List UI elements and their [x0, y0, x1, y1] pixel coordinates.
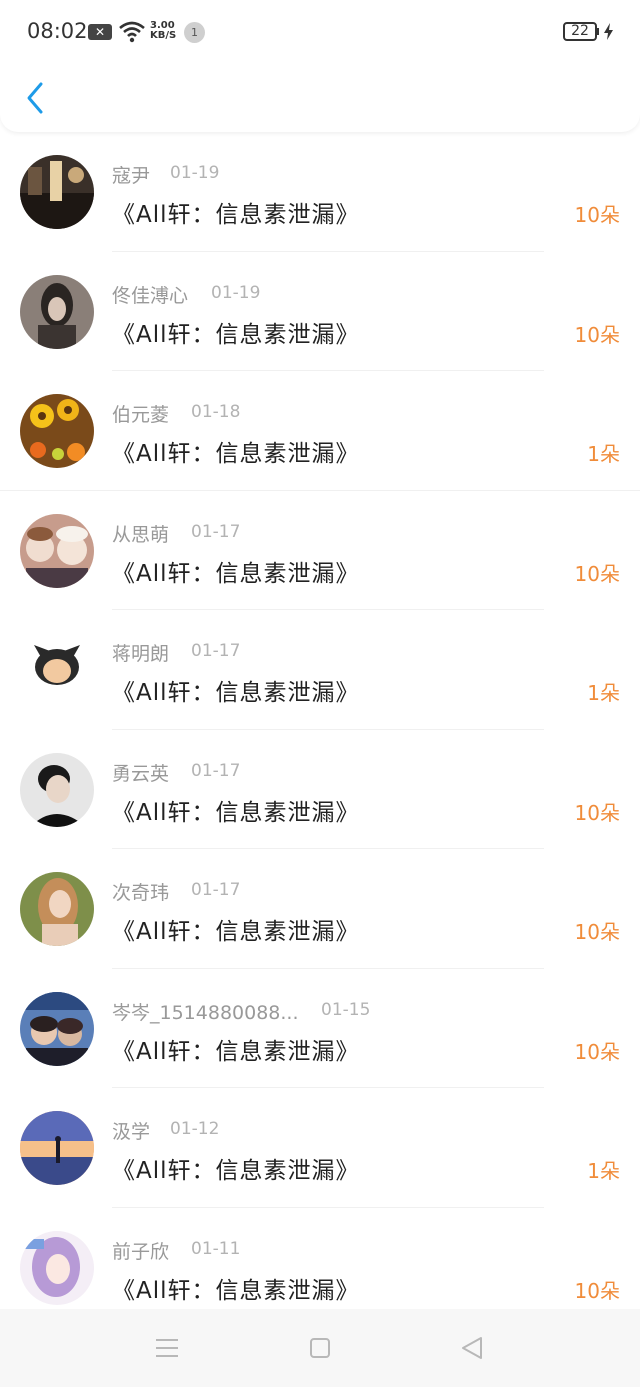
notification-count-badge: 1	[184, 22, 205, 43]
gift-amount: 10朵	[574, 203, 620, 227]
user-avatar[interactable]	[20, 513, 94, 588]
network-speed: 3.00 KB/S	[150, 21, 176, 41]
system-nav-bar	[0, 1309, 640, 1387]
gift-amount: 1朵	[587, 681, 620, 705]
gift-amount: 1朵	[587, 1159, 620, 1183]
sender-name: 勇云英	[112, 762, 170, 785]
sender-name: 前子欣	[112, 1240, 170, 1263]
gift-record-list: 寇尹 01-19 《All轩：信息素泄漏》 10朵 佟佳溥心 01-19 《Al…	[0, 132, 640, 1327]
list-item[interactable]: 蒋明朗 01-17 《All轩：信息素泄漏》 1朵	[0, 610, 640, 730]
sender-name: 次奇玮	[112, 882, 170, 904]
list-item[interactable]: 伯元菱 01-18 《All轩：信息素泄漏》 1朵	[0, 371, 640, 491]
list-item[interactable]: 汲学 01-12 《All轩：信息素泄漏》 1朵	[0, 1088, 640, 1208]
gift-date: 01-17	[191, 641, 241, 661]
gift-amount: 10朵	[574, 322, 620, 347]
sender-name: 从思萌	[112, 523, 170, 546]
battery-icon: 22	[563, 22, 597, 41]
list-item[interactable]: 寇尹 01-19 《All轩：信息素泄漏》 10朵	[0, 132, 640, 252]
no-sim-icon: ✕	[88, 24, 112, 40]
user-avatar[interactable]	[20, 872, 94, 946]
sender-name: 岑岑_1514880088...	[112, 1001, 299, 1024]
book-title: 《All轩：信息素泄漏》	[112, 680, 360, 706]
gift-date: 01-15	[321, 999, 371, 1020]
charging-icon	[604, 23, 613, 40]
gift-date: 01-17	[191, 521, 241, 542]
menu-icon[interactable]	[152, 1333, 182, 1363]
list-item[interactable]: 佟佳溥心 01-19 《All轩：信息素泄漏》 10朵	[0, 252, 640, 372]
network-speed-unit: KB/S	[150, 30, 177, 41]
gift-amount: 10朵	[574, 561, 620, 586]
gift-date: 01-19	[170, 163, 220, 183]
sender-name: 蒋明朗	[112, 643, 170, 665]
gift-date: 01-19	[211, 282, 261, 303]
user-avatar[interactable]	[20, 1111, 94, 1185]
gift-amount: 10朵	[574, 1278, 620, 1303]
user-avatar[interactable]	[20, 991, 94, 1066]
gift-date: 01-17	[191, 880, 241, 900]
home-icon[interactable]	[305, 1333, 335, 1363]
book-title: 《All轩：信息素泄漏》	[112, 560, 360, 587]
gift-date: 01-11	[191, 1238, 241, 1259]
user-avatar[interactable]	[20, 752, 94, 827]
gift-amount: 10朵	[574, 1039, 620, 1064]
sender-name: 汲学	[112, 1121, 151, 1143]
book-title: 《All轩：信息素泄漏》	[112, 1158, 360, 1184]
gift-date: 01-18	[191, 402, 241, 422]
list-item[interactable]: 从思萌 01-17 《All轩：信息素泄漏》 10朵	[0, 491, 640, 611]
gift-date: 01-12	[170, 1119, 220, 1139]
book-title: 《All轩：信息素泄漏》	[112, 202, 360, 228]
user-avatar[interactable]	[20, 633, 94, 707]
book-title: 《All轩：信息素泄漏》	[112, 799, 360, 826]
status-time: 08:02	[27, 19, 88, 43]
book-title: 《All轩：信息素泄漏》	[112, 321, 360, 348]
status-bar: 08:02 ✕ 3.00 KB/S 1 22	[0, 0, 640, 64]
user-avatar[interactable]	[20, 155, 94, 229]
sender-name: 寇尹	[112, 165, 151, 187]
list-item[interactable]: 勇云英 01-17 《All轩：信息素泄漏》 10朵	[0, 730, 640, 850]
top-bar: 08:02 ✕ 3.00 KB/S 1 22	[0, 0, 640, 132]
battery-tip	[596, 28, 599, 35]
book-title: 《All轩：信息素泄漏》	[112, 441, 360, 467]
list-item[interactable]: 岑岑_1514880088... 01-15 《All轩：信息素泄漏》 10朵	[0, 969, 640, 1089]
user-avatar[interactable]	[20, 1230, 94, 1305]
sender-name: 佟佳溥心	[112, 284, 189, 307]
gift-date: 01-17	[191, 760, 241, 781]
gift-amount: 10朵	[574, 800, 620, 825]
back-button[interactable]	[22, 80, 48, 116]
sender-name: 伯元菱	[112, 404, 170, 426]
back-nav-icon[interactable]	[457, 1333, 487, 1363]
wifi-icon	[119, 21, 145, 43]
gift-amount: 1朵	[587, 442, 620, 466]
gift-amount: 10朵	[574, 920, 620, 944]
book-title: 《All轩：信息素泄漏》	[112, 1277, 360, 1304]
user-avatar[interactable]	[20, 394, 94, 468]
book-title: 《All轩：信息素泄漏》	[112, 1038, 360, 1065]
book-title: 《All轩：信息素泄漏》	[112, 919, 360, 945]
user-avatar[interactable]	[20, 274, 94, 349]
list-item[interactable]: 次奇玮 01-17 《All轩：信息素泄漏》 10朵	[0, 849, 640, 969]
